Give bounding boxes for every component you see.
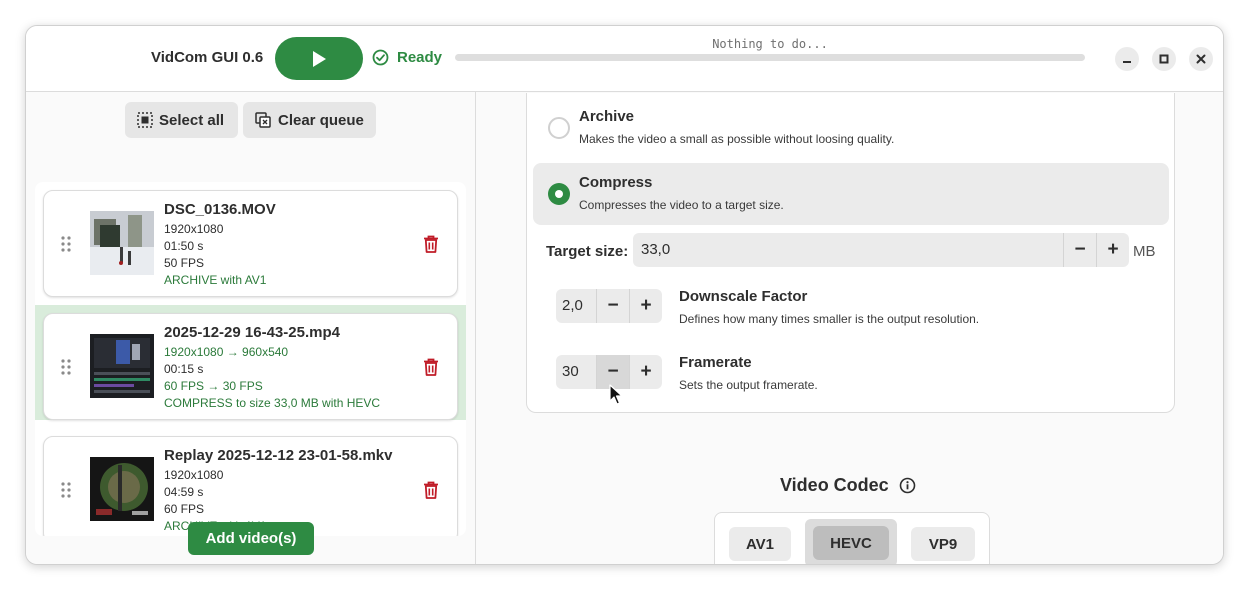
- video-thumbnail: [90, 211, 154, 275]
- app-window: VidCom GUI 0.6 Ready Nothing to do... Se…: [25, 25, 1224, 565]
- downscale-title: Downscale Factor: [679, 288, 808, 305]
- minimize-icon: [1123, 61, 1131, 63]
- video-resolution: 1920x1080 → 960x540: [164, 345, 289, 359]
- minimize-button[interactable]: [1115, 47, 1139, 71]
- start-button[interactable]: [275, 37, 363, 80]
- queue-item-card[interactable]: DSC_0136.MOV 1920x1080 01:50 s 50 FPS AR…: [43, 190, 458, 297]
- framerate-title: Framerate: [679, 354, 752, 371]
- archive-description: Makes the video a small as possible with…: [579, 132, 895, 146]
- video-info: 2025-12-29 16-43-25.mp4 1920x1080 → 960x…: [164, 324, 380, 412]
- video-queue-list[interactable]: DSC_0136.MOV 1920x1080 01:50 s 50 FPS AR…: [35, 182, 466, 536]
- target-size-spinner: − +: [633, 233, 1129, 267]
- framerate-spinner: − +: [556, 355, 662, 389]
- video-name: Replay 2025-12-12 23-01-58.mkv: [164, 447, 393, 464]
- framerate-increment-button[interactable]: +: [629, 355, 662, 389]
- trash-icon[interactable]: [423, 235, 439, 253]
- downscale-decrement-button[interactable]: −: [596, 289, 629, 323]
- trash-icon[interactable]: [423, 358, 439, 376]
- play-icon: [313, 50, 326, 67]
- target-size-label: Target size:: [546, 243, 629, 260]
- app-title: VidCom GUI 0.6: [151, 49, 264, 66]
- close-button[interactable]: [1189, 47, 1213, 71]
- target-size-decrement-button[interactable]: −: [1063, 233, 1096, 267]
- header-bar: VidCom GUI 0.6 Ready Nothing to do...: [26, 26, 1223, 92]
- drag-handle-icon[interactable]: [60, 481, 72, 499]
- video-fps: 60 FPS → 30 FPS: [164, 379, 263, 393]
- maximize-icon: [1159, 54, 1169, 64]
- video-thumbnail: [90, 457, 154, 521]
- video-fps: 60 FPS: [164, 502, 205, 516]
- downscale-increment-button[interactable]: +: [629, 289, 662, 323]
- maximize-button[interactable]: [1152, 47, 1176, 71]
- progress-bar: [455, 54, 1085, 61]
- video-thumbnail: [90, 334, 154, 398]
- close-icon: [1196, 54, 1206, 64]
- drag-handle-icon[interactable]: [60, 358, 72, 376]
- video-fps: 50 FPS: [164, 256, 205, 270]
- codec-hevc-button[interactable]: HEVC: [805, 519, 897, 564]
- select-all-label: Select all: [159, 111, 225, 129]
- progress-text: Nothing to do...: [712, 37, 828, 51]
- framerate-decrement-button[interactable]: −: [596, 355, 629, 389]
- downscale-spinner: − +: [556, 289, 662, 323]
- codec-vp9-button[interactable]: VP9: [911, 527, 975, 561]
- queue-panel: Select all Clear queue DSC_0136.MOV 1920…: [26, 92, 476, 564]
- compress-description: Compresses the video to a target size.: [579, 198, 784, 212]
- video-resolution: 1920x1080: [164, 468, 224, 482]
- queue-item[interactable]: Replay 2025-12-12 23-01-58.mkv 1920x1080…: [35, 428, 466, 536]
- archive-title: Archive: [579, 108, 635, 125]
- settings-panel: Archive Makes the video a small as possi…: [477, 92, 1223, 564]
- downscale-description: Defines how many times smaller is the ou…: [679, 312, 980, 326]
- clear-queue-button[interactable]: Clear queue: [243, 102, 376, 138]
- queue-item-card[interactable]: 2025-12-29 16-43-25.mp4 1920x1080 → 960x…: [43, 313, 458, 420]
- video-duration: 00:15 s: [164, 362, 204, 376]
- target-size-unit: MB: [1133, 243, 1156, 260]
- codec-av1-button[interactable]: AV1: [729, 527, 791, 561]
- target-size-increment-button[interactable]: +: [1096, 233, 1129, 267]
- codec-hevc-label: HEVC: [813, 526, 889, 560]
- info-icon[interactable]: [899, 477, 916, 494]
- video-mode: COMPRESS to size 33,0 MB with HEVC: [164, 396, 381, 410]
- mode-compress-option[interactable]: Compress Compresses the video to a targe…: [533, 163, 1169, 225]
- trash-icon[interactable]: [423, 481, 439, 499]
- select-all-button[interactable]: Select all: [125, 102, 238, 138]
- codec-selector: AV1 HEVC VP9: [714, 512, 990, 564]
- add-videos-button[interactable]: Add video(s): [188, 522, 314, 555]
- downscale-input[interactable]: [562, 289, 594, 323]
- clear-queue-icon: [255, 112, 271, 128]
- video-duration: 01:50 s: [164, 239, 204, 253]
- codec-heading: Video Codec: [780, 475, 916, 496]
- queue-item[interactable]: DSC_0136.MOV 1920x1080 01:50 s 50 FPS AR…: [35, 182, 466, 297]
- clear-queue-label: Clear queue: [278, 111, 364, 129]
- queue-item-card[interactable]: Replay 2025-12-12 23-01-58.mkv 1920x1080…: [43, 436, 458, 536]
- video-name: 2025-12-29 16-43-25.mp4: [164, 324, 340, 341]
- framerate-description: Sets the output framerate.: [679, 378, 818, 392]
- mode-settings-card: Archive Makes the video a small as possi…: [526, 93, 1175, 413]
- mode-archive-option[interactable]: Archive Makes the video a small as possi…: [533, 97, 1169, 159]
- queue-item[interactable]: 2025-12-29 16-43-25.mp4 1920x1080 → 960x…: [35, 305, 466, 420]
- archive-radio[interactable]: [548, 117, 570, 139]
- video-mode: ARCHIVE with AV1: [164, 273, 267, 287]
- video-duration: 04:59 s: [164, 485, 204, 499]
- compress-radio[interactable]: [548, 183, 570, 205]
- status-indicator: Ready: [372, 49, 442, 66]
- select-all-icon: [137, 112, 153, 128]
- video-resolution: 1920x1080: [164, 222, 224, 236]
- codec-title: Video Codec: [780, 475, 889, 495]
- check-circle-icon: [372, 49, 389, 66]
- compress-title: Compress: [579, 174, 653, 191]
- status-label: Ready: [397, 49, 443, 66]
- video-name: DSC_0136.MOV: [164, 201, 276, 218]
- video-info: DSC_0136.MOV 1920x1080 01:50 s 50 FPS AR…: [164, 201, 276, 289]
- target-size-input[interactable]: [641, 233, 1051, 267]
- drag-handle-icon[interactable]: [60, 235, 72, 253]
- framerate-input[interactable]: [562, 355, 594, 389]
